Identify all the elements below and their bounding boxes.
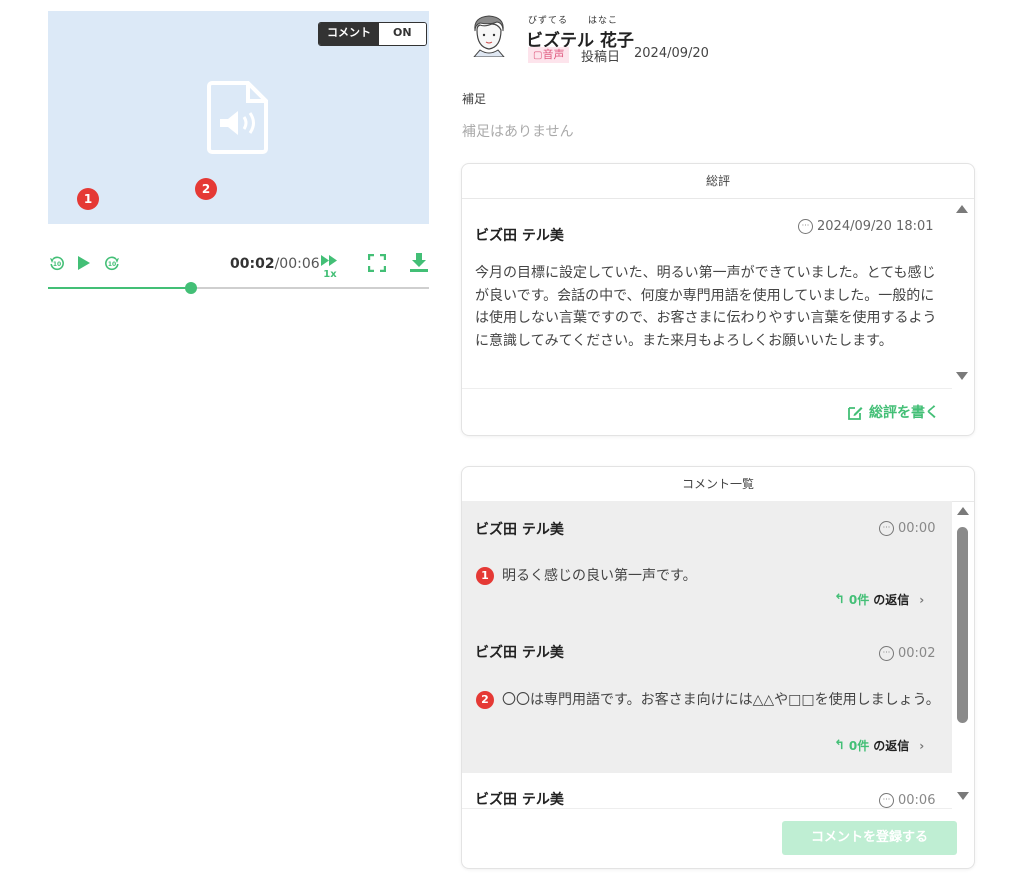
comment-author: ビズ田 テル美 (475, 792, 564, 808)
chevron-right-icon: › (919, 592, 925, 607)
review-body: 今月の目標に設定していた、明るい第一声ができていました。とても感じが良いです。会… (475, 265, 937, 349)
more-icon: ··· (879, 793, 894, 808)
reply-icon: ↰ (834, 592, 845, 607)
playback-time: 00:02/00:06 (230, 256, 320, 272)
post-date: 2024/09/20 (634, 46, 709, 61)
reply-link[interactable]: ↰ 0件 の返信 › (834, 737, 924, 754)
reply-label: の返信 (873, 739, 910, 753)
name-reading-family: びずてる (528, 16, 569, 26)
comment-author: ビズ田 テル美 (475, 645, 564, 661)
avatar (473, 15, 505, 57)
supplement-label: 補足 (462, 92, 487, 106)
forward-10-icon[interactable]: 10 (104, 255, 120, 271)
supplement-text: 補足はありません (462, 124, 574, 140)
speed-value: 1x (323, 269, 337, 280)
timeline-marker-1[interactable]: 1 (77, 188, 99, 210)
comment-marker: 1 (476, 567, 494, 585)
download-icon[interactable] (409, 252, 429, 272)
svg-text:10: 10 (53, 261, 61, 268)
comment-toggle-value: ON (379, 23, 426, 45)
comment-text: 明るく感じの良い第一声です。 (502, 568, 697, 584)
comment-timestamp[interactable]: ··· 00:06 (879, 793, 935, 808)
review-card-title: 総評 (462, 164, 974, 199)
comment-author: ビズ田 テル美 (475, 522, 564, 538)
review-timestamp-text: 2024/09/20 18:01 (817, 219, 934, 234)
comment-time-text: 00:06 (898, 793, 936, 808)
edit-icon (848, 406, 863, 420)
comments-scrollbar[interactable] (957, 527, 968, 723)
comment-marker: 2 (476, 691, 494, 709)
comment-time-text: 00:02 (898, 646, 936, 661)
comment-toggle-label: コメント (319, 23, 379, 45)
review-scroll-up[interactable] (956, 205, 968, 213)
chevron-right-icon: › (919, 738, 925, 753)
divider (462, 808, 952, 809)
reply-icon: ↰ (834, 738, 845, 753)
post-date-label: 投稿日 (581, 50, 621, 65)
reply-label: の返信 (873, 593, 910, 607)
play-icon[interactable] (77, 255, 91, 271)
review-scroll-down[interactable] (956, 372, 968, 380)
write-review-label: 総評を書く (869, 405, 939, 421)
svg-text:10: 10 (108, 261, 116, 268)
comment-time-text: 00:00 (898, 521, 936, 536)
comment-timestamp[interactable]: ··· 00:00 (879, 521, 935, 536)
comments-scroll-down[interactable] (957, 792, 969, 800)
speed-icon (321, 255, 337, 266)
speed-button[interactable]: 1x (320, 251, 340, 280)
comment-toggle[interactable]: コメント ON (318, 22, 427, 46)
timeline-marker-2[interactable]: 2 (195, 178, 217, 200)
name-reading-given: はなこ (588, 16, 619, 26)
name-reading: びずてる はなこ (528, 13, 638, 26)
comments-scroll-up[interactable] (957, 507, 969, 515)
comments-card-title: コメント一覧 (462, 467, 974, 502)
fullscreen-icon[interactable] (368, 254, 386, 272)
media-type-label: 音声 (542, 48, 565, 61)
reply-count: 0件 (848, 739, 870, 753)
reply-count: 0件 (848, 593, 870, 607)
more-icon[interactable]: ··· (798, 219, 813, 234)
current-time: 00:02 (230, 256, 275, 272)
media-type-badge: ▢音声 (528, 47, 570, 63)
more-icon: ··· (879, 646, 894, 661)
rewind-10-icon[interactable]: 10 (49, 255, 65, 271)
comment-item[interactable]: ビズ田 テル美 ··· 00:06 (462, 773, 952, 808)
more-icon: ··· (879, 521, 894, 536)
duration: /00:06 (274, 256, 320, 272)
review-timestamp: ··· 2024/09/20 18:01 (798, 219, 934, 234)
progress-fill (48, 287, 191, 289)
divider (462, 388, 952, 389)
comment-timestamp[interactable]: ··· 00:02 (879, 646, 935, 661)
review-author: ビズ田 テル美 (475, 228, 564, 244)
reply-link[interactable]: ↰ 0件 の返信 › (834, 591, 924, 608)
comment-text: 〇〇は専門用語です。お客さま向けには△△や□□を使用しましょう。 (502, 692, 940, 708)
progress-handle[interactable] (185, 282, 197, 294)
write-review-button[interactable]: 総評を書く (848, 402, 939, 422)
register-comment-button[interactable]: コメントを登録する (782, 821, 957, 855)
audio-file-icon (207, 81, 268, 154)
